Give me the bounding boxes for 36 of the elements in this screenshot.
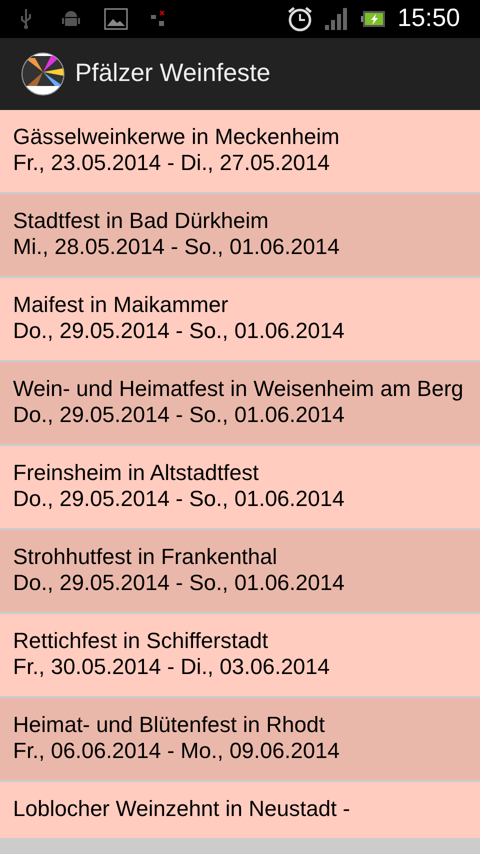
picture-icon bbox=[104, 8, 128, 30]
event-list-item[interactable]: Rettichfest in Schifferstadt Fr., 30.05.2014 - Di., 03.06.2014 bbox=[0, 614, 480, 696]
app-title: Pfälzer Weinfeste bbox=[75, 58, 270, 90]
android-icon bbox=[62, 9, 80, 29]
event-name: Rettichfest in Schifferstadt bbox=[13, 628, 270, 654]
event-name: Freinsheim in Altstadtfest bbox=[13, 460, 260, 486]
event-list-item[interactable]: Wein- und Heimatfest in Weisenheim am Berg Do., 29.05.2014 - So., 01.06.2014 bbox=[0, 362, 480, 444]
event-list-item[interactable]: Heimat- und Blütenfest in Rhodt Fr., 06.06.2014 - Mo., 09.06.2014 bbox=[0, 698, 480, 780]
event-name: Stadtfest in Bad Dürkheim bbox=[13, 208, 270, 234]
event-name: Wein- und Heimatfest in Weisenheim am Berg bbox=[13, 376, 464, 402]
event-dates: Do., 29.05.2014 - So., 01.06.2014 bbox=[13, 570, 346, 596]
signal-icon bbox=[325, 8, 350, 30]
event-name: Loblocher Weinzehnt in Neustadt - bbox=[13, 796, 352, 822]
event-dates: Do., 29.05.2014 - So., 01.06.2014 bbox=[13, 318, 346, 344]
data-off-icon bbox=[150, 10, 166, 28]
app-logo-icon[interactable] bbox=[21, 52, 65, 96]
status-time: 15:50 bbox=[397, 3, 460, 34]
event-list-item[interactable]: Freinsheim in Altstadtfest Do., 29.05.2014 - So., 01.06.2014 bbox=[0, 446, 480, 528]
event-dates: Fr., 30.05.2014 - Di., 03.06.2014 bbox=[13, 654, 331, 680]
alarm-clock-icon bbox=[287, 6, 314, 32]
event-name: Strohhutfest in Frankenthal bbox=[13, 544, 278, 570]
event-name: Maifest in Maikammer bbox=[13, 292, 230, 318]
event-dates: Mi., 28.05.2014 - So., 01.06.2014 bbox=[13, 234, 341, 260]
event-dates: Fr., 23.05.2014 - Di., 27.05.2014 bbox=[13, 150, 331, 176]
event-name: Gässelweinkerwe in Meckenheim bbox=[13, 124, 340, 150]
event-list-item[interactable]: Strohhutfest in Frankenthal Do., 29.05.2014 - So., 01.06.2014 bbox=[0, 530, 480, 612]
event-list-item[interactable]: Maifest in Maikammer Do., 29.05.2014 - So., 01.06.2014 bbox=[0, 278, 480, 360]
event-list-item[interactable]: Stadtfest in Bad Dürkheim Mi., 28.05.2014 - So., 01.06.2014 bbox=[0, 194, 480, 276]
event-list-item[interactable]: Loblocher Weinzehnt in Neustadt - bbox=[0, 782, 480, 838]
event-name: Heimat- und Blütenfest in Rhodt bbox=[13, 712, 326, 738]
event-dates: Fr., 06.06.2014 - Mo., 09.06.2014 bbox=[13, 738, 341, 764]
battery-icon bbox=[361, 11, 386, 27]
event-dates: Do., 29.05.2014 - So., 01.06.2014 bbox=[13, 402, 346, 428]
usb-icon bbox=[20, 8, 32, 30]
event-dates: Do., 29.05.2014 - So., 01.06.2014 bbox=[13, 486, 346, 512]
event-list-item[interactable]: Gässelweinkerwe in Meckenheim Fr., 23.05.2014 - Di., 27.05.2014 bbox=[0, 110, 480, 192]
